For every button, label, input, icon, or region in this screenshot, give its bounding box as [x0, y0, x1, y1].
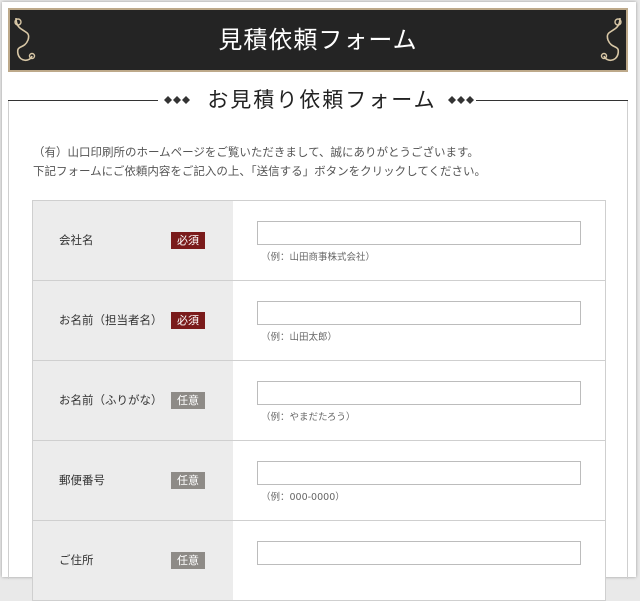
heading-rule-left [8, 100, 158, 101]
intro-line: 下記フォームにご依頼内容をご記入の上、「送信する」ボタンをクリックしてください。 [33, 164, 486, 178]
field-label-cell: 郵便番号 任意 [33, 441, 233, 520]
intro-line: （有）山口印刷所のホームページをご覧いただきまして、誠にありがとうございます。 [33, 145, 479, 159]
furigana-input[interactable] [257, 381, 581, 405]
optional-badge: 任意 [171, 552, 205, 569]
field-example: （例：山田太郎） [261, 332, 338, 343]
field-label-cell: お名前（担当者名） 必須 [33, 281, 233, 360]
required-badge: 必須 [171, 232, 205, 249]
field-label-cell: お名前（ふりがな） 任意 [33, 361, 233, 440]
field-label: 郵便番号 [59, 473, 105, 487]
field-label-cell: ご住所 任意 [33, 521, 233, 600]
form-row-address: ご住所 任意 [32, 521, 606, 601]
field-label-cell: 会社名 必須 [33, 201, 233, 280]
field-label: 会社名 [59, 233, 94, 247]
required-badge: 必須 [171, 312, 205, 329]
form-row-postal: 郵便番号 任意 （例：000-0000） [32, 441, 606, 521]
form-row-company: 会社名 必須 （例：山田商事株式会社） [32, 201, 606, 281]
field-input-cell [233, 521, 605, 600]
section-heading: お見積り依頼フォーム [8, 84, 628, 116]
field-example: （例：山田商事株式会社） [261, 252, 376, 263]
field-example: （例：やまだたろう） [261, 412, 356, 423]
field-label: お名前（ふりがな） [59, 393, 163, 407]
intro-text: （有）山口印刷所のホームページをご覧いただきまして、誠にありがとうございます。 … [33, 143, 593, 181]
field-example: （例：000-0000） [261, 492, 345, 503]
field-input-cell: （例：山田太郎） [233, 281, 605, 360]
section-title: お見積り依頼フォーム [207, 88, 437, 112]
diamond-ornament-icon [448, 96, 474, 104]
optional-badge: 任意 [171, 472, 205, 489]
heading-rule-right [476, 100, 628, 101]
contact-name-input[interactable] [257, 301, 581, 325]
optional-badge: 任意 [171, 392, 205, 409]
form-row-furigana: お名前（ふりがな） 任意 （例：やまだたろう） [32, 361, 606, 441]
field-input-cell: （例：000-0000） [233, 441, 605, 520]
diamond-ornament-icon [164, 96, 190, 104]
ornament-right-icon [600, 17, 622, 62]
page-header: 見積依頼フォーム [8, 8, 628, 72]
company-name-input[interactable] [257, 221, 581, 245]
field-input-cell: （例：やまだたろう） [233, 361, 605, 440]
field-label: お名前（担当者名） [59, 313, 163, 327]
form-row-name: お名前（担当者名） 必須 （例：山田太郎） [32, 281, 606, 361]
postal-code-input[interactable] [257, 461, 581, 485]
address-input[interactable] [257, 541, 581, 565]
field-input-cell: （例：山田商事株式会社） [233, 201, 605, 280]
quote-form: 会社名 必須 （例：山田商事株式会社） お名前（担当者名） 必須 （例：山田太郎… [32, 200, 606, 601]
page-title: 見積依頼フォーム [218, 26, 418, 54]
field-label: ご住所 [59, 553, 94, 567]
